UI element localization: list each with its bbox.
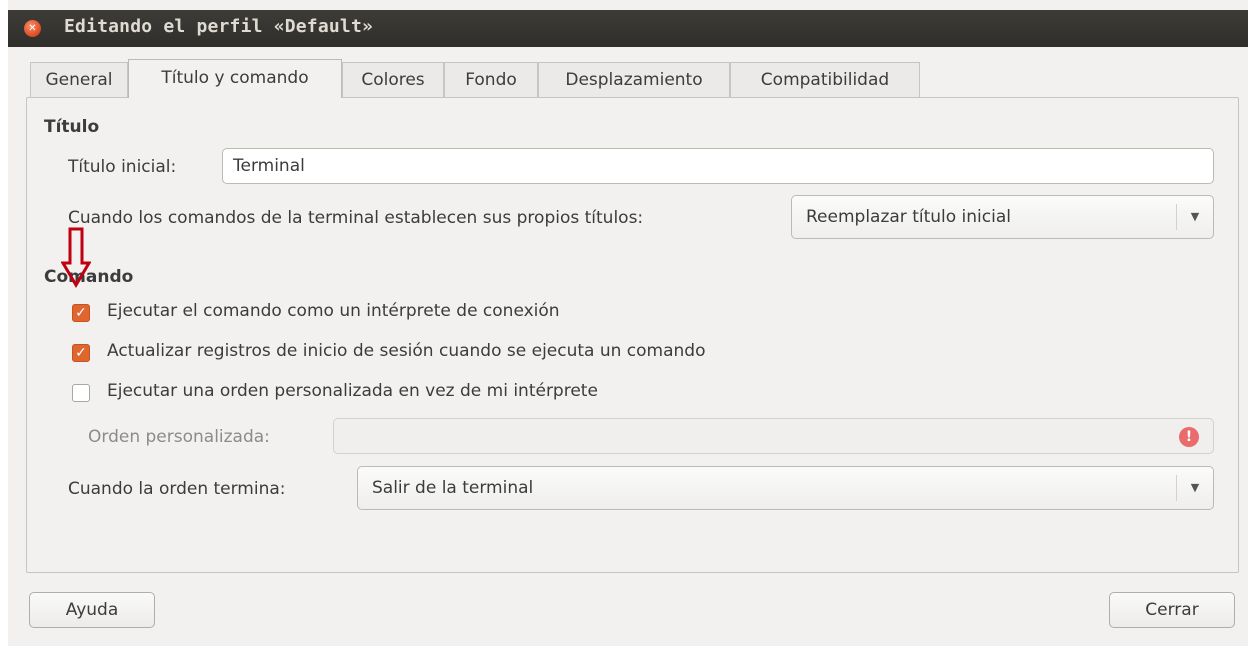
tab-compatibilidad[interactable]: Compatibilidad [730, 62, 920, 97]
tab-titulo-y-comando[interactable]: Título y comando [128, 59, 342, 98]
tab-general[interactable]: General [30, 62, 128, 97]
custom-command-label: Ejecutar una orden personalizada en vez … [107, 381, 598, 401]
custom-command-checkbox[interactable] [72, 384, 90, 402]
update-records-checkbox[interactable]: ✓ [72, 344, 90, 362]
close-button[interactable]: Cerrar [1109, 592, 1235, 628]
tab-colores[interactable]: Colores [342, 62, 444, 97]
exit-action-select-value: Salir de la terminal [372, 478, 534, 498]
login-shell-checkbox[interactable]: ✓ [72, 304, 90, 322]
help-button[interactable]: Ayuda [29, 592, 155, 628]
exit-action-label: Cuando la orden termina: [68, 479, 286, 499]
window-title: Editando el perfil «Default» [64, 16, 374, 37]
dynamic-title-label: Cuando los comandos de la terminal estab… [68, 208, 644, 228]
update-records-label: Actualizar registros de inicio de sesión… [107, 341, 706, 361]
warning-icon: ! [1179, 427, 1199, 447]
chevron-down-icon: ▼ [1176, 475, 1213, 501]
login-shell-label: Ejecutar el comando como un intérprete d… [107, 301, 560, 321]
custom-order-input: ! [333, 418, 1214, 454]
close-window-icon[interactable]: ✕ [24, 20, 41, 37]
profile-editor-window: ✕ Editando el perfil «Default» General T… [8, 0, 1248, 646]
dynamic-title-select[interactable]: Reemplazar título inicial ▼ [791, 195, 1214, 239]
tab-desplazamiento[interactable]: Desplazamiento [538, 62, 730, 97]
tab-fondo[interactable]: Fondo [444, 62, 538, 97]
title-bar: ✕ Editando el perfil «Default» [8, 10, 1248, 47]
custom-order-label: Orden personalizada: [88, 427, 270, 447]
dynamic-title-select-value: Reemplazar título inicial [806, 207, 1011, 227]
initial-title-label: Título inicial: [68, 157, 177, 177]
chevron-down-icon: ▼ [1176, 204, 1213, 230]
exit-action-select[interactable]: Salir de la terminal ▼ [357, 466, 1214, 510]
annotation-arrow-icon [61, 227, 91, 288]
initial-title-input[interactable]: Terminal [222, 148, 1214, 184]
titulo-section-heading: Título [44, 117, 100, 137]
